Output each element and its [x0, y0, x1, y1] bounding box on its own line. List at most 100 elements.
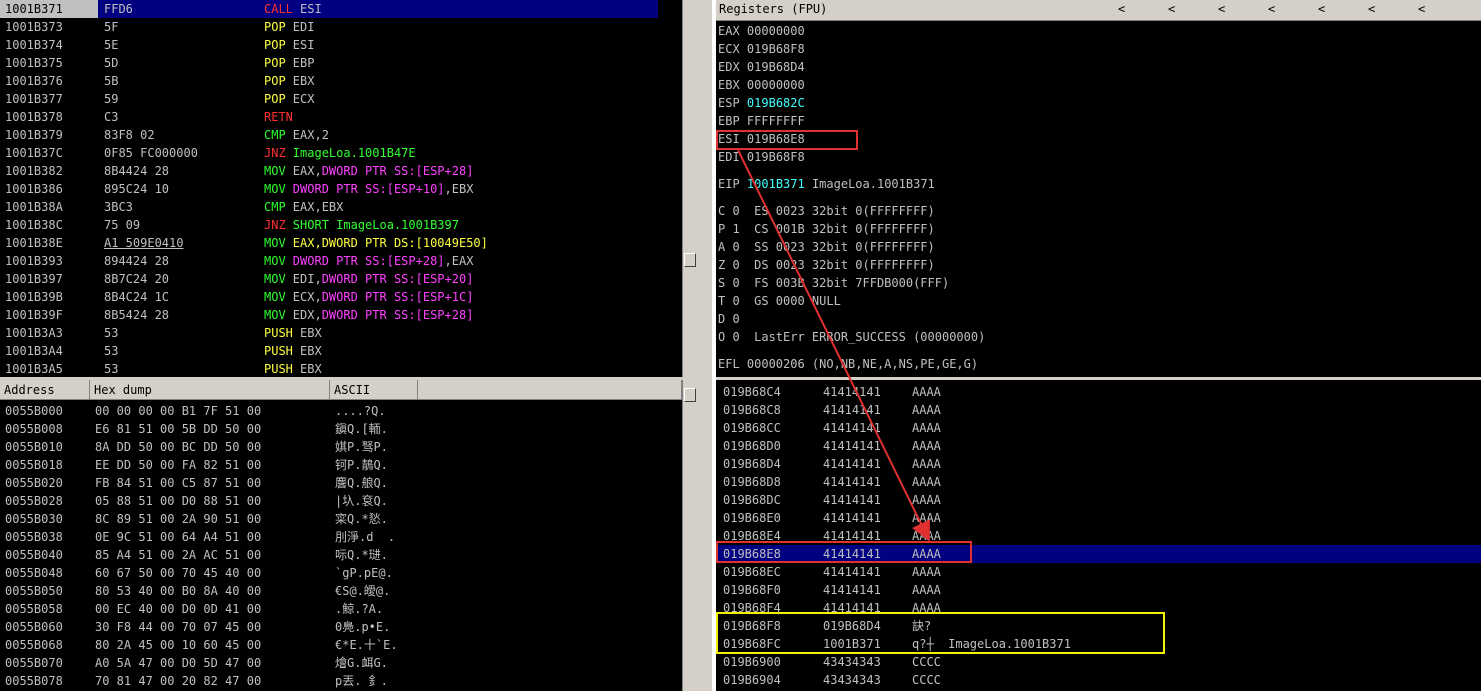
hex-dump-pane[interactable]: Address Hex dump ASCII 0055B000 00 00 00 …: [0, 380, 696, 691]
dump-row[interactable]: 0055B060 30 F8 44 00 70 07 45 00 0鳧.p•E.: [0, 618, 682, 636]
dump-row[interactable]: 0055B070 A0 5A 47 00 D0 5D 47 00 燴G.衈G.: [0, 654, 682, 672]
dump-row[interactable]: 0055B040 85 A4 51 00 2A AC 51 00 呩Q.*琎.: [0, 546, 682, 564]
disasm-row[interactable]: 1001B3A3 53 PUSH EBX: [0, 324, 682, 342]
dump-address: 0055B010: [5, 440, 63, 454]
register-arrow-button[interactable]: <: [1368, 2, 1375, 16]
flag-line[interactable]: D 0: [718, 310, 740, 328]
stack-row[interactable]: 019B68F0 41414141 AAAA: [716, 581, 1481, 599]
register-value[interactable]: 00000000: [747, 78, 805, 92]
disasm-row[interactable]: 1001B38C 75 09 JNZ SHORT ImageLoa.1001B397: [0, 216, 682, 234]
horizontal-splitter[interactable]: [0, 377, 1481, 380]
dump-row[interactable]: 0055B050 80 53 40 00 B0 8A 40 00 €S@.皧@.: [0, 582, 682, 600]
flag-line[interactable]: P 1 CS 001B 32bit 0(FFFFFFFF): [718, 220, 935, 238]
dump-scrollbar[interactable]: [682, 380, 696, 691]
stack-row[interactable]: 019B68D4 41414141 AAAA: [716, 455, 1481, 473]
dump-row[interactable]: 0055B010 8A DD 50 00 BC DD 50 00 娸P.驽P.: [0, 438, 682, 456]
dump-row[interactable]: 0055B078 70 81 47 00 20 82 47 00 p丟. 釒.: [0, 672, 682, 690]
disasm-row[interactable]: 1001B377 59 POP ECX: [0, 90, 682, 108]
flag-line[interactable]: O 0 LastErr ERROR_SUCCESS (00000000): [718, 328, 985, 346]
disasm-row[interactable]: 1001B376 5B POP EBX: [0, 72, 682, 90]
register-arrow-button[interactable]: <: [1218, 2, 1225, 16]
disassembly-scroll-thumb[interactable]: [684, 253, 696, 267]
register-value[interactable]: 019B68F8: [747, 42, 805, 56]
stack-row[interactable]: 019B68DC 41414141 AAAA: [716, 491, 1481, 509]
disasm-row[interactable]: 1001B379 83F8 02 CMP EAX,2: [0, 126, 682, 144]
stack-row[interactable]: 019B68CC 41414141 AAAA: [716, 419, 1481, 437]
disasm-row[interactable]: 1001B378 C3 RETN: [0, 108, 682, 126]
dump-row[interactable]: 0055B018 EE DD 50 00 FA 82 51 00 钶P.鶄Q.: [0, 456, 682, 474]
register-line[interactable]: ESP 019B682C: [718, 94, 805, 112]
register-arrow-button[interactable]: <: [1268, 2, 1275, 16]
disasm-row[interactable]: 1001B3A4 53 PUSH EBX: [0, 342, 682, 360]
register-value[interactable]: 019B68F8: [747, 150, 805, 164]
flag-line[interactable]: S 0 FS 003B 32bit 7FFDB000(FFF): [718, 274, 949, 292]
register-line[interactable]: EDX 019B68D4: [718, 58, 805, 76]
register-value[interactable]: 019B682C: [747, 96, 805, 110]
register-arrow-button[interactable]: <: [1418, 2, 1425, 16]
dump-header-filler: [418, 380, 682, 400]
disasm-address: 1001B373: [5, 20, 63, 34]
disasm-row[interactable]: 1001B386 895C24 10 MOV DWORD PTR SS:[ESP+10…: [0, 180, 682, 198]
disasm-row[interactable]: 1001B37C 0F85 FC000000 JNZ ImageLoa.1001B47…: [0, 144, 682, 162]
disasm-row[interactable]: 1001B39F 8B5424 28 MOV EDX,DWORD PTR SS:[ES…: [0, 306, 682, 324]
disasm-row[interactable]: 1001B375 5D POP EBP: [0, 54, 682, 72]
eip-value[interactable]: 1001B371: [747, 177, 805, 191]
dump-row[interactable]: 0055B068 80 2A 45 00 10 60 45 00 €*E.十`E.: [0, 636, 682, 654]
flag-line[interactable]: C 0 ES 0023 32bit 0(FFFFFFFF): [718, 202, 935, 220]
disasm-row[interactable]: 1001B371 FFD6 CALL ESI: [0, 0, 682, 18]
dump-row[interactable]: 0055B008 E6 81 51 00 5B DD 50 00 鎭Q.[輀.: [0, 420, 682, 438]
eip-line[interactable]: EIP 1001B371 ImageLoa.1001B371: [718, 175, 935, 193]
flag-line[interactable]: T 0 GS 0000 NULL: [718, 292, 841, 310]
stack-row[interactable]: 019B6904 43434343 CCCC: [716, 671, 1481, 689]
efl-line[interactable]: EFL 00000206 (NO,NB,NE,A,NS,PE,GE,G): [718, 355, 978, 373]
dump-header-address[interactable]: Address: [0, 380, 90, 400]
dump-row[interactable]: 0055B038 0E 9C 51 00 64 A4 51 00 刖淨.d .: [0, 528, 682, 546]
disasm-operand-2: DWORD PTR SS:[ESP+28]: [321, 308, 474, 322]
dump-header-hex[interactable]: Hex dump: [90, 380, 330, 400]
stack-value: 41414141: [823, 457, 881, 471]
disasm-row[interactable]: 1001B397 8B7C24 20 MOV EDI,DWORD PTR SS:[ES…: [0, 270, 682, 288]
dump-row[interactable]: 0055B058 00 EC 40 00 D0 0D 41 00 .鯨.?A.: [0, 600, 682, 618]
stack-row[interactable]: 019B68E0 41414141 AAAA: [716, 509, 1481, 527]
stack-row[interactable]: 019B68D8 41414141 AAAA: [716, 473, 1481, 491]
disassembly-scrollbar[interactable]: [682, 0, 696, 377]
dump-scroll-thumb[interactable]: [684, 388, 696, 402]
disasm-row[interactable]: 1001B38A 3BC3 CMP EAX,EBX: [0, 198, 682, 216]
register-line[interactable]: EAX 00000000: [718, 22, 805, 40]
dump-row[interactable]: 0055B028 05 88 51 00 D0 88 51 00 |圦.袞Q.: [0, 492, 682, 510]
stack-pane[interactable]: 019B68C4 41414141 AAAA 019B68C8 41414141 AAAA…: [716, 380, 1481, 691]
disasm-row[interactable]: 1001B374 5E POP ESI: [0, 36, 682, 54]
dump-row[interactable]: 0055B030 8C 89 51 00 2A 90 51 00 寀Q.*悐.: [0, 510, 682, 528]
flag-line[interactable]: A 0 SS 0023 32bit 0(FFFFFFFF): [718, 238, 935, 256]
disasm-row[interactable]: 1001B38E A1 509E0410 MOV EAX,DWORD PTR DS:[…: [0, 234, 682, 252]
register-value[interactable]: FFFFFFFF: [747, 114, 805, 128]
register-line[interactable]: EDI 019B68F8: [718, 148, 805, 166]
disasm-row[interactable]: 1001B393 894424 28 MOV DWORD PTR SS:[ESP+28…: [0, 252, 682, 270]
stack-row[interactable]: 019B68C4 41414141 AAAA: [716, 383, 1481, 401]
stack-row[interactable]: 019B68D0 41414141 AAAA: [716, 437, 1481, 455]
register-arrow-button[interactable]: <: [1118, 2, 1125, 16]
register-line[interactable]: EBP FFFFFFFF: [718, 112, 805, 130]
register-value[interactable]: 019B68D4: [747, 60, 805, 74]
register-line[interactable]: ECX 019B68F8: [718, 40, 805, 58]
stack-row[interactable]: 019B68EC 41414141 AAAA: [716, 563, 1481, 581]
flag-line[interactable]: Z 0 DS 0023 32bit 0(FFFFFFFF): [718, 256, 935, 274]
dump-row[interactable]: 0055B000 00 00 00 00 B1 7F 51 00 ....?Q.: [0, 402, 682, 420]
disasm-operand: EAX,DWORD PTR DS:[10049E50]: [292, 236, 488, 250]
register-value[interactable]: 00000000: [747, 24, 805, 38]
register-arrow-button[interactable]: <: [1168, 2, 1175, 16]
disasm-row[interactable]: 1001B3A5 53 PUSH EBX: [0, 360, 682, 377]
dump-header-ascii[interactable]: ASCII: [330, 380, 418, 400]
stack-row[interactable]: 019B6900 43434343 CCCC: [716, 653, 1481, 671]
register-arrow-button[interactable]: <: [1318, 2, 1325, 16]
disasm-row[interactable]: 1001B373 5F POP EDI: [0, 18, 682, 36]
stack-row[interactable]: 019B68C8 41414141 AAAA: [716, 401, 1481, 419]
stack-value: 41414141: [823, 385, 881, 399]
dump-row[interactable]: 0055B048 60 67 50 00 70 45 40 00 `gP.pE@.: [0, 564, 682, 582]
dump-row[interactable]: 0055B020 FB 84 51 00 C5 87 51 00 麐Q.艆Q.: [0, 474, 682, 492]
registers-pane[interactable]: Registers (FPU) < < < < < < < EAX 00000000 ECX …: [716, 0, 1481, 377]
disasm-row[interactable]: 1001B382 8B4424 28 MOV EAX,DWORD PTR SS:[ES…: [0, 162, 682, 180]
disasm-row[interactable]: 1001B39B 8B4C24 1C MOV ECX,DWORD PTR SS:[ES…: [0, 288, 682, 306]
register-line[interactable]: EBX 00000000: [718, 76, 805, 94]
disassembly-pane[interactable]: 1001B371 FFD6 CALL ESI 1001B373 5F POP EDI 1001B…: [0, 0, 696, 377]
